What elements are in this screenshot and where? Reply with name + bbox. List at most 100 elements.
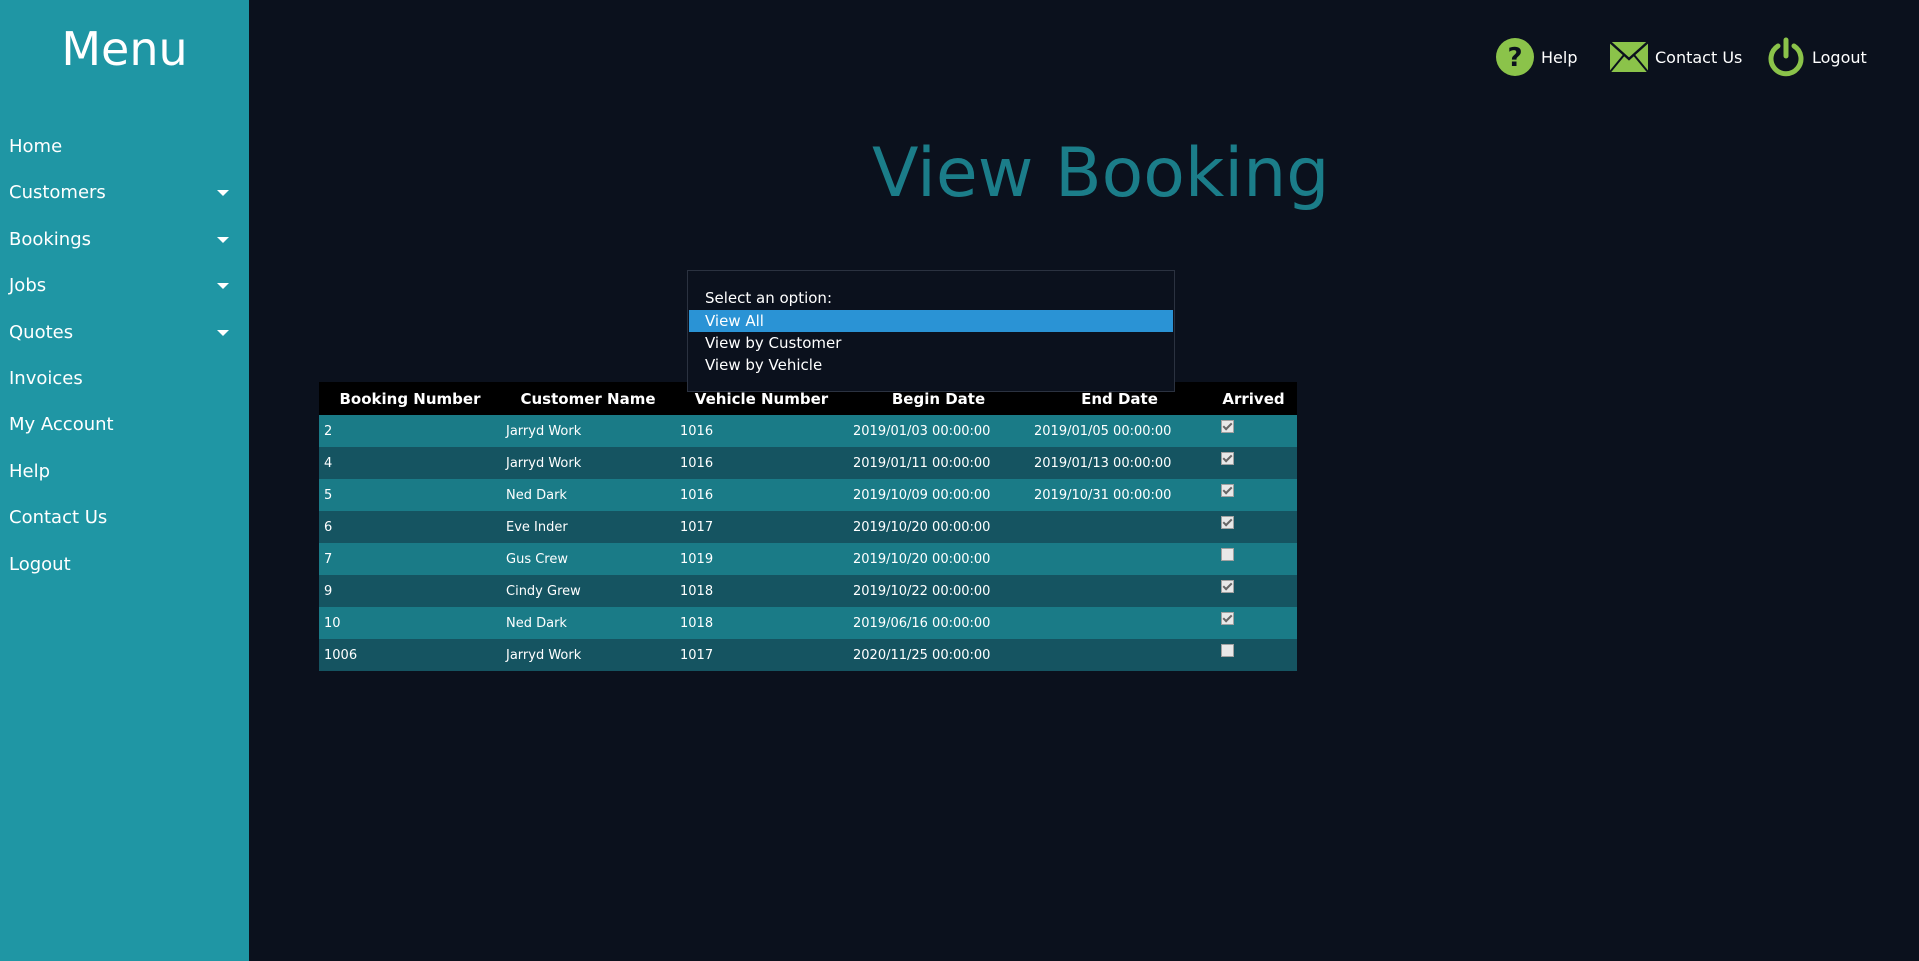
- sidebar-item-my-account[interactable]: My Account: [0, 402, 249, 448]
- table-cell-customer: Jarryd Work: [501, 415, 675, 447]
- table-cell-booking: 4: [319, 447, 501, 479]
- sidebar: Menu Home Customers Bookings Jobs Quotes…: [0, 0, 249, 961]
- sidebar-item-contact-us[interactable]: Contact Us: [0, 495, 249, 541]
- table-cell-arrived: [1210, 511, 1297, 543]
- table-cell-end: [1029, 639, 1210, 671]
- table-cell-begin: 2019/06/16 00:00:00: [848, 607, 1029, 639]
- sidebar-item-label: Customers: [9, 182, 106, 204]
- table-cell-vehicle: 1016: [675, 479, 848, 511]
- arrived-checkbox[interactable]: [1221, 547, 1234, 561]
- caret-down-icon[interactable]: [217, 190, 229, 197]
- table-cell-end: 2019/10/31 00:00:00: [1029, 479, 1210, 511]
- table-cell-customer: Ned Dark: [501, 479, 675, 511]
- table-cell-vehicle: 1016: [675, 415, 848, 447]
- table-cell-end: [1029, 511, 1210, 543]
- bookings-table-container: Booking Number Customer Name Vehicle Num…: [319, 382, 1297, 671]
- help-label: Help: [1541, 47, 1578, 67]
- sidebar-item-quotes[interactable]: Quotes: [0, 310, 249, 356]
- table-cell-arrived: [1210, 543, 1297, 575]
- table-cell-arrived: [1210, 415, 1297, 447]
- arrived-checkbox[interactable]: [1221, 483, 1234, 497]
- table-cell-booking: 5: [319, 479, 501, 511]
- table-cell-booking: 2: [319, 415, 501, 447]
- table-row: 4 Jarryd Work 1016 2019/01/11 00:00:00 2019/…: [319, 447, 1297, 479]
- table-row: 2 Jarryd Work 1016 2019/01/03 00:00:00 2019/…: [319, 415, 1297, 447]
- table-cell-begin: 2019/01/11 00:00:00: [848, 447, 1029, 479]
- table-row: 9 Cindy Grew 1018 2019/10/22 00:00:00: [319, 575, 1297, 607]
- sidebar-item-logout[interactable]: Logout: [0, 542, 249, 588]
- logout-link[interactable]: Logout: [1766, 32, 1867, 82]
- menu-title: Menu: [61, 22, 188, 76]
- sidebar-item-label: Invoices: [9, 367, 83, 389]
- table-cell-customer: Jarryd Work: [501, 639, 675, 671]
- table-row: 5 Ned Dark 1016 2019/10/09 00:00:00 2019/10/…: [319, 479, 1297, 511]
- sidebar-item-label: Home: [9, 136, 63, 157]
- table-cell-begin: 2019/10/20 00:00:00: [848, 511, 1029, 543]
- bookings-table: Booking Number Customer Name Vehicle Num…: [319, 382, 1297, 671]
- sidebar-item-customers[interactable]: Customers: [0, 170, 249, 216]
- arrived-checkbox[interactable]: [1221, 451, 1234, 465]
- option-view-by-customer[interactable]: View by Customer: [689, 332, 1173, 354]
- table-cell-end: 2019/01/05 00:00:00: [1029, 415, 1210, 447]
- table-cell-arrived: [1210, 479, 1297, 511]
- table-cell-begin: 2019/10/22 00:00:00: [848, 575, 1029, 607]
- table-cell-booking: 10: [319, 607, 501, 639]
- table-cell-end: [1029, 607, 1210, 639]
- sidebar-nav: Home Customers Bookings Jobs Quotes Invo…: [0, 124, 249, 588]
- arrived-checkbox[interactable]: [1221, 419, 1234, 433]
- arrived-checkbox[interactable]: [1221, 611, 1234, 625]
- column-header: Arrived: [1210, 382, 1297, 415]
- help-link[interactable]: ? Help: [1495, 32, 1577, 82]
- envelope-icon: [1609, 41, 1649, 73]
- power-icon: [1768, 37, 1804, 77]
- sidebar-item-label: Help: [9, 460, 51, 482]
- sidebar-item-label: Contact Us: [9, 507, 108, 529]
- table-cell-end: [1029, 543, 1210, 575]
- caret-down-icon[interactable]: [217, 283, 229, 290]
- table-cell-customer: Cindy Grew: [501, 575, 675, 607]
- sidebar-item-home[interactable]: Home: [0, 124, 249, 170]
- table-cell-booking: 7: [319, 543, 501, 575]
- table-cell-begin: 2019/01/03 00:00:00: [848, 415, 1029, 447]
- select-label: Select an option:: [705, 289, 832, 307]
- table-row: 1006 Jarryd Work 1017 2020/11/25 00:00:00: [319, 639, 1297, 671]
- arrived-checkbox[interactable]: [1221, 579, 1234, 593]
- caret-down-icon[interactable]: [217, 329, 229, 336]
- sidebar-item-label: My Account: [9, 414, 114, 436]
- sidebar-item-label: Bookings: [9, 228, 92, 250]
- table-row: 7 Gus Crew 1019 2019/10/20 00:00:00: [319, 543, 1297, 575]
- table-cell-arrived: [1210, 447, 1297, 479]
- table-cell-arrived: [1210, 575, 1297, 607]
- contact-link[interactable]: Contact Us: [1609, 32, 1742, 82]
- table-row: 10 Ned Dark 1018 2019/06/16 00:00:00: [319, 607, 1297, 639]
- sidebar-item-bookings[interactable]: Bookings: [0, 217, 249, 263]
- caret-down-icon[interactable]: [217, 236, 229, 243]
- table-cell-customer: Eve Inder: [501, 511, 675, 543]
- sidebar-item-jobs[interactable]: Jobs: [0, 263, 249, 309]
- table-cell-vehicle: 1018: [675, 575, 848, 607]
- table-cell-end: [1029, 575, 1210, 607]
- table-cell-begin: 2020/11/25 00:00:00: [848, 639, 1029, 671]
- table-cell-begin: 2019/10/09 00:00:00: [848, 479, 1029, 511]
- table-cell-begin: 2019/10/20 00:00:00: [848, 543, 1029, 575]
- table-cell-booking: 6: [319, 511, 501, 543]
- table-cell-customer: Ned Dark: [501, 607, 675, 639]
- arrived-checkbox[interactable]: [1221, 643, 1234, 657]
- table-cell-vehicle: 1019: [675, 543, 848, 575]
- logout-label: Logout: [1812, 47, 1867, 67]
- table-cell-arrived: [1210, 607, 1297, 639]
- svg-text:?: ?: [1507, 43, 1522, 73]
- column-header: Booking Number: [319, 382, 501, 415]
- option-view-by-vehicle[interactable]: View by Vehicle: [689, 354, 1173, 376]
- sidebar-item-invoices[interactable]: Invoices: [0, 356, 249, 402]
- table-row: 6 Eve Inder 1017 2019/10/20 00:00:00: [319, 511, 1297, 543]
- arrived-checkbox[interactable]: [1221, 515, 1234, 529]
- table-cell-booking: 9: [319, 575, 501, 607]
- table-cell-vehicle: 1017: [675, 511, 848, 543]
- sidebar-item-label: Quotes: [9, 321, 74, 343]
- sidebar-item-help[interactable]: Help: [0, 449, 249, 495]
- sidebar-item-label: Jobs: [9, 275, 47, 297]
- view-option-select[interactable]: Select an option: View All View by Custo…: [687, 270, 1175, 392]
- option-view-all[interactable]: View All: [689, 310, 1173, 332]
- table-cell-customer: Jarryd Work: [501, 447, 675, 479]
